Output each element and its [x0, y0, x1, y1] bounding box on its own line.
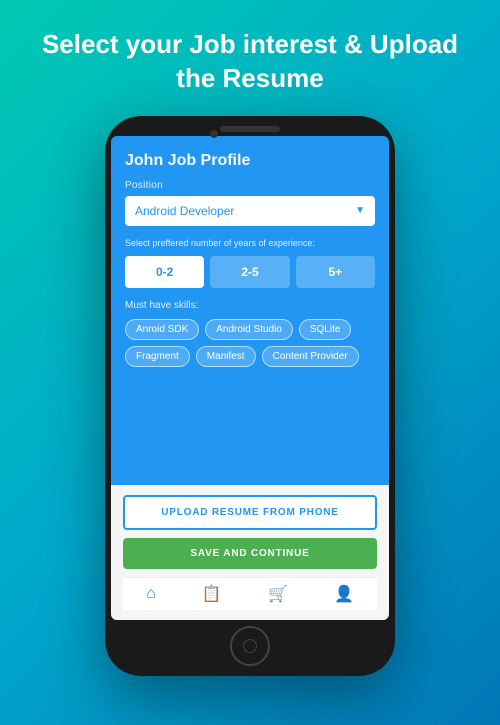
exp-btn-0-2[interactable]: 0-2: [125, 256, 204, 288]
phone-home-button[interactable]: [230, 626, 270, 666]
phone-screen: John Job Profile Position Android Develo…: [111, 136, 389, 620]
phone-camera: [210, 130, 218, 138]
exp-btn-5-plus[interactable]: 5+: [296, 256, 375, 288]
page-title: Select your Job interest & Upload the Re…: [0, 0, 500, 116]
position-value: Android Developer: [135, 204, 234, 218]
exp-btn-2-5[interactable]: 2-5: [210, 256, 289, 288]
skills-container: Anroid SDK Android Studio SQLite Fragmen…: [125, 319, 375, 367]
phone-speaker: [220, 126, 280, 132]
screen-content: John Job Profile Position Android Develo…: [111, 136, 389, 485]
phone-frame: John Job Profile Position Android Develo…: [105, 116, 395, 676]
position-dropdown[interactable]: Android Developer ▼: [125, 196, 375, 226]
save-continue-button[interactable]: SAVE AND CONTINUE: [123, 538, 377, 569]
person-icon[interactable]: 👤: [334, 584, 354, 604]
skills-label: Must have skills:: [125, 300, 375, 311]
skill-content-provider[interactable]: Content Provider: [262, 346, 359, 367]
skill-anroid-sdk[interactable]: Anroid SDK: [125, 319, 199, 340]
position-label: Position: [125, 180, 375, 191]
nav-bar: ⌂ 📋 🛒 👤: [123, 577, 377, 610]
skill-android-studio[interactable]: Android Studio: [205, 319, 293, 340]
home-button-inner: [243, 639, 257, 653]
profile-title: John Job Profile: [125, 152, 375, 170]
document-icon[interactable]: 📋: [202, 584, 222, 604]
experience-buttons: 0-2 2-5 5+: [125, 256, 375, 288]
home-icon[interactable]: ⌂: [146, 585, 156, 603]
chevron-down-icon: ▼: [355, 205, 365, 216]
cart-icon[interactable]: 🛒: [268, 584, 288, 604]
skill-sqlite[interactable]: SQLite: [299, 319, 352, 340]
skill-manifest[interactable]: Manifest: [196, 346, 256, 367]
screen-bottom: UPLOAD RESUME FROM PHONE SAVE AND CONTIN…: [111, 485, 389, 620]
upload-resume-button[interactable]: UPLOAD RESUME FROM PHONE: [123, 495, 377, 530]
skill-fragment[interactable]: Fragment: [125, 346, 190, 367]
experience-label: Select preffered number of years of expe…: [125, 238, 375, 248]
